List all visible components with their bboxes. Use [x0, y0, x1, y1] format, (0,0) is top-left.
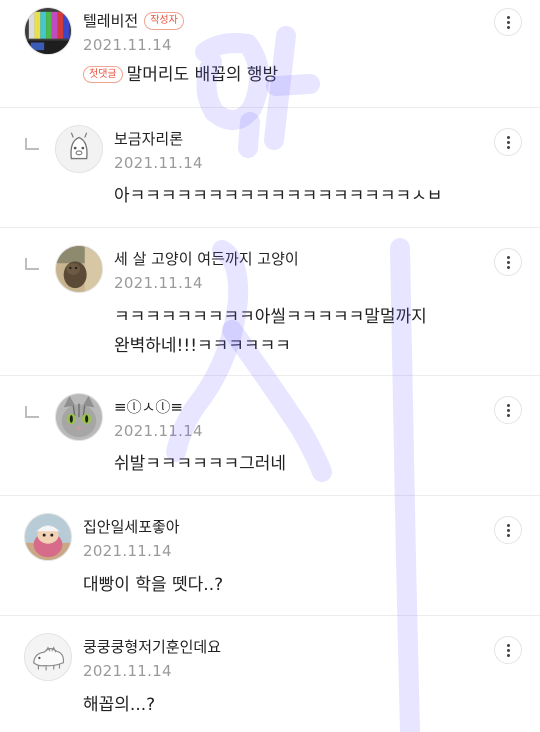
- comment-text-body: 말머리도 배꼽의 행방: [126, 65, 279, 85]
- comment-text: 첫댓글 말머리도 배꼽의 행방: [83, 61, 278, 90]
- comment-text-line: ㅋㅋㅋㅋㅋㅋㅋㅋㅋ아씰ㅋㅋㅋㅋㅋ말멀까지: [114, 307, 427, 327]
- author-name[interactable]: 집안일세포좋아: [83, 516, 180, 537]
- character-avatar[interactable]: [24, 513, 72, 561]
- author-name[interactable]: 텔레비전: [83, 10, 138, 31]
- comment-date: 2021.11.14: [114, 154, 203, 172]
- comment-author: 세 살 고양이 여든까지 고양이: [114, 248, 299, 269]
- more-vertical-icon[interactable]: [494, 396, 522, 424]
- comment-item: 집안일세포좋아 2021.11.14 대빵이 학을 뗏다..?: [0, 496, 540, 616]
- comment-author: 집안일세포좋아: [83, 516, 180, 537]
- comment-date: 2021.11.14: [83, 542, 172, 560]
- comment-text: 쉬발ㅋㅋㅋㅋㅋㅋ그러네: [114, 454, 287, 474]
- comment-date: 2021.11.14: [114, 274, 203, 292]
- more-vertical-icon[interactable]: [494, 636, 522, 664]
- author-name[interactable]: 쿵쿵쿵형저기훈인데요: [83, 636, 221, 657]
- reply-item: 세 살 고양이 여든까지 고양이 2021.11.14 ㅋㅋㅋㅋㅋㅋㅋㅋㅋ아씰ㅋ…: [0, 228, 540, 376]
- cat-photo-avatar[interactable]: [55, 245, 103, 293]
- tv-color-bars-avatar[interactable]: [24, 7, 72, 55]
- reply-item: 보금자리론 2021.11.14 아ㅋㅋㅋㅋㅋㅋㅋㅋㅋㅋㅋㅋㅋㅋㅋㅋㅋㅋㅅㅂ: [0, 108, 540, 228]
- comment-author: 텔레비전 작성자: [83, 10, 184, 31]
- writer-badge: 작성자: [144, 11, 184, 30]
- reply-corner-icon: [25, 258, 39, 270]
- more-vertical-icon[interactable]: [494, 8, 522, 36]
- author-name[interactable]: ≡ⓛㅅⓛ≡: [114, 396, 183, 417]
- comment-date: 2021.11.14: [114, 422, 203, 440]
- comment-item: 쿵쿵쿵형저기훈인데요 2021.11.14 해꼽의...?: [0, 616, 540, 732]
- author-name[interactable]: 보금자리론: [114, 128, 183, 149]
- comment-date: 2021.11.14: [83, 36, 172, 54]
- comment-text: 아ㅋㅋㅋㅋㅋㅋㅋㅋㅋㅋㅋㅋㅋㅋㅋㅋㅋㅋㅅㅂ: [114, 186, 443, 206]
- reply-item: ≡ⓛㅅⓛ≡ 2021.11.14 쉬발ㅋㅋㅋㅋㅋㅋ그러네: [0, 376, 540, 496]
- first-comment-badge: 첫댓글: [83, 66, 123, 83]
- more-vertical-icon[interactable]: [494, 248, 522, 276]
- comment-text: 대빵이 학을 뗏다..?: [83, 575, 224, 595]
- comment-text-line: 완벽하네!!!ㅋㅋㅋㅋㅋㅋ: [114, 336, 291, 356]
- comment-author: ≡ⓛㅅⓛ≡: [114, 396, 183, 417]
- author-name[interactable]: 세 살 고양이 여든까지 고양이: [114, 248, 299, 269]
- comment-text: ㅋㅋㅋㅋㅋㅋㅋㅋㅋ아씰ㅋㅋㅋㅋㅋ말멀까지 완벽하네!!!ㅋㅋㅋㅋㅋㅋ: [114, 303, 427, 361]
- reply-corner-icon: [25, 406, 39, 418]
- dinosaur-doodle-avatar[interactable]: [24, 633, 72, 681]
- more-vertical-icon[interactable]: [494, 128, 522, 156]
- comment-author: 쿵쿵쿵형저기훈인데요: [83, 636, 221, 657]
- comment-text: 해꼽의...?: [83, 695, 156, 715]
- cartoon-face-avatar[interactable]: [55, 125, 103, 173]
- cat-face-avatar[interactable]: [55, 393, 103, 441]
- comment-date: 2021.11.14: [83, 662, 172, 680]
- reply-corner-icon: [25, 138, 39, 150]
- more-vertical-icon[interactable]: [494, 516, 522, 544]
- comment-item: 텔레비전 작성자 2021.11.14 첫댓글 말머리도 배꼽의 행방: [0, 0, 540, 108]
- comment-author: 보금자리론: [114, 128, 183, 149]
